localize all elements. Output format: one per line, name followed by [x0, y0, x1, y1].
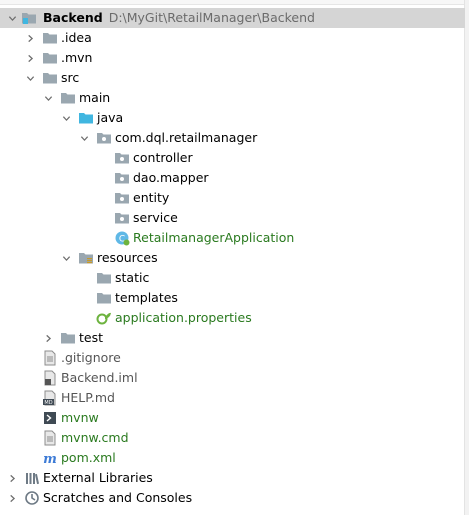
- tree-item-label: com.dql.retailmanager: [115, 130, 258, 145]
- chevron-down-icon[interactable]: [42, 88, 54, 108]
- tree-item-application-properties[interactable]: application.properties: [0, 308, 465, 328]
- tree-item-java[interactable]: java: [0, 108, 465, 128]
- tree-item-label: RetailmanagerApplication: [133, 230, 295, 245]
- tree-item-label: pom.xml: [61, 450, 116, 465]
- module-file-icon: [42, 370, 58, 386]
- tree-item-service[interactable]: service: [0, 208, 465, 228]
- tree-item-label: HELP.md: [61, 390, 115, 405]
- tree-item-templates[interactable]: templates: [0, 288, 465, 308]
- tree-item-label: mvnw: [61, 410, 99, 425]
- tree-item-backend[interactable]: Backend D:\MyGit\RetailManager\Backend: [0, 8, 465, 28]
- tree-item-label: .gitignore: [61, 350, 121, 365]
- tree-item-external-libraries[interactable]: External Libraries: [0, 468, 465, 488]
- text-file-icon: [42, 430, 58, 446]
- folder-icon: [42, 50, 58, 66]
- tree-item-controller[interactable]: controller: [0, 148, 465, 168]
- tree-item-label: java: [97, 110, 124, 125]
- tree-item-label: Backend.iml: [61, 370, 138, 385]
- package-icon: [114, 190, 130, 206]
- tree-item-label: resources: [97, 250, 158, 265]
- folder-icon: [96, 290, 112, 306]
- folder-icon: [60, 90, 76, 106]
- package-icon: [114, 170, 130, 186]
- tree-item-mvnw[interactable]: mvnw: [0, 408, 465, 428]
- text-file-icon: [42, 350, 58, 366]
- tree-item-label: .idea: [61, 30, 92, 45]
- scratches-icon: [24, 490, 40, 506]
- tree-item-entity[interactable]: entity: [0, 188, 465, 208]
- tree-item-test[interactable]: test: [0, 328, 465, 348]
- tree-item-label: controller: [133, 150, 193, 165]
- tree-item-dao-mapper[interactable]: dao.mapper: [0, 168, 465, 188]
- source-folder-icon: [78, 110, 94, 126]
- tree-item-resources[interactable]: resources: [0, 248, 465, 268]
- package-icon: [96, 130, 112, 146]
- package-icon: [114, 150, 130, 166]
- chevron-right-icon[interactable]: [6, 468, 18, 488]
- tree-item-label: test: [79, 330, 104, 345]
- maven-icon: m: [42, 450, 58, 466]
- folder-icon: [42, 30, 58, 46]
- tree-item-pom-xml[interactable]: m pom.xml: [0, 448, 465, 468]
- project-tree: Backend D:\MyGit\RetailManager\Backend .i…: [0, 8, 465, 508]
- module-folder-icon: [21, 10, 37, 26]
- tree-item-label: .mvn: [61, 50, 93, 65]
- tree-item-package[interactable]: com.dql.retailmanager: [0, 128, 465, 148]
- chevron-down-icon[interactable]: [24, 68, 36, 88]
- tree-item-label: entity: [133, 190, 170, 205]
- tree-item-retailmanager-application[interactable]: C RetailmanagerApplication: [0, 228, 465, 248]
- tree-item-label: Backend: [43, 10, 103, 25]
- tree-item-label: application.properties: [115, 310, 252, 325]
- folder-icon: [42, 70, 58, 86]
- tree-item-label: External Libraries: [43, 470, 153, 485]
- spring-boot-class-icon: C: [114, 230, 130, 246]
- tree-item-label: mvnw.cmd: [61, 430, 129, 445]
- tree-item-help-md[interactable]: MD HELP.md: [0, 388, 465, 408]
- chevron-down-icon[interactable]: [60, 108, 72, 128]
- tree-item-backend-iml[interactable]: Backend.iml: [0, 368, 465, 388]
- tree-item-main[interactable]: main: [0, 88, 465, 108]
- chevron-right-icon[interactable]: [42, 328, 54, 348]
- spring-properties-icon: [96, 310, 112, 326]
- chevron-down-icon[interactable]: [6, 8, 18, 28]
- folder-icon: [60, 330, 76, 346]
- chevron-down-icon[interactable]: [78, 128, 90, 148]
- svg-text:MD: MD: [44, 400, 52, 406]
- tree-item-label: service: [133, 210, 178, 225]
- chevron-right-icon[interactable]: [6, 488, 18, 508]
- tree-item-label: main: [79, 90, 111, 105]
- tree-item-src[interactable]: src: [0, 68, 465, 88]
- toolbar-strip: [0, 0, 469, 5]
- tree-item-gitignore[interactable]: .gitignore: [0, 348, 465, 368]
- chevron-right-icon[interactable]: [24, 48, 36, 68]
- tree-item-label: Scratches and Consoles: [43, 490, 193, 505]
- tree-item-idea[interactable]: .idea: [0, 28, 465, 48]
- shell-script-icon: [42, 410, 58, 426]
- chevron-down-icon[interactable]: [60, 248, 72, 268]
- tree-item-static[interactable]: static: [0, 268, 465, 288]
- package-icon: [114, 210, 130, 226]
- folder-icon: [96, 270, 112, 286]
- chevron-right-icon[interactable]: [24, 28, 36, 48]
- tree-item-label: src: [61, 70, 80, 85]
- tree-item-label: dao.mapper: [133, 170, 209, 185]
- resources-folder-icon: [78, 250, 94, 266]
- tree-item-mvnw-cmd[interactable]: mvnw.cmd: [0, 428, 465, 448]
- tree-item-scratches[interactable]: Scratches and Consoles: [0, 488, 465, 508]
- tree-item-mvn[interactable]: .mvn: [0, 48, 465, 68]
- svg-text:m: m: [43, 452, 57, 466]
- tree-item-label: static: [115, 270, 150, 285]
- markdown-file-icon: MD: [42, 390, 58, 406]
- tree-item-path: D:\MyGit\RetailManager\Backend: [108, 10, 315, 25]
- libraries-icon: [24, 470, 40, 486]
- tree-item-label: templates: [115, 290, 178, 305]
